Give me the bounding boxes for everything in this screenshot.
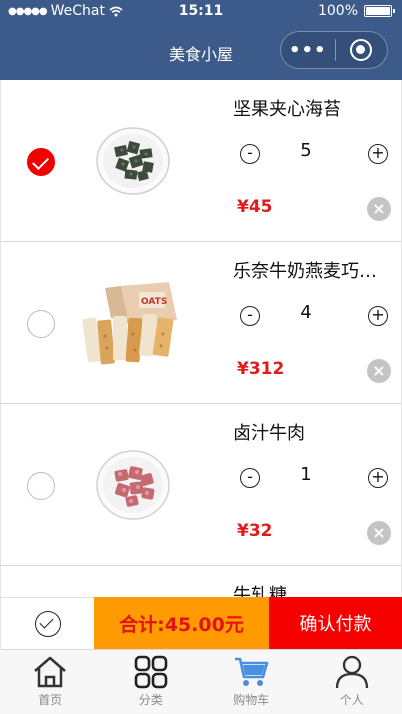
decrease-quantity-button[interactable]: -	[240, 306, 260, 326]
item-name: 牛轧糖	[233, 585, 287, 597]
tab-label: 首页	[38, 693, 63, 707]
remove-item-button[interactable]: ×	[367, 197, 391, 221]
battery-icon	[364, 5, 395, 17]
decrease-quantity-button[interactable]: -	[240, 144, 260, 164]
phone-screen: ●●●●● WeChat 15:11 100% 美食小屋 ••• 坚果夹心海苔 …	[0, 0, 402, 714]
tab-bar: 首页 分类 购物车 个人	[0, 649, 402, 714]
increase-quantity-button[interactable]: +	[368, 306, 388, 326]
total-amount: 合计:45.00元	[94, 597, 269, 649]
quantity-value: 1	[300, 464, 312, 485]
status-bar: ●●●●● WeChat 15:11 100%	[0, 0, 402, 24]
tab-category[interactable]: 分类	[101, 650, 202, 714]
item-name: 卤汁牛肉	[233, 423, 305, 444]
person-icon	[335, 655, 368, 689]
close-miniprogram-button[interactable]	[335, 32, 387, 68]
check-circle-icon	[34, 610, 61, 637]
item-checkbox[interactable]	[27, 472, 55, 500]
tab-label: 购物车	[233, 693, 270, 707]
battery-percent: 100%	[317, 3, 358, 19]
status-right: 100%	[317, 3, 395, 19]
quantity-value: 4	[300, 302, 312, 323]
cart-item: OATS 乐奈牛奶燕麦巧克力 - 4 + ¥312 ×	[0, 242, 402, 404]
tab-cart[interactable]: 购物车	[201, 650, 302, 714]
decrease-quantity-button[interactable]: -	[240, 468, 260, 488]
nav-bar: 美食小屋 •••	[0, 24, 402, 80]
item-price: ¥32	[237, 521, 273, 541]
confirm-payment-button[interactable]: 确认付款	[269, 597, 402, 649]
increase-quantity-button[interactable]: +	[368, 144, 388, 164]
remove-item-button[interactable]: ×	[367, 521, 391, 545]
item-name: 坚果夹心海苔	[233, 99, 341, 120]
item-price: ¥312	[237, 359, 285, 379]
braised-beef-image	[96, 450, 170, 520]
item-checkbox[interactable]	[27, 310, 55, 338]
tab-label: 个人	[339, 693, 364, 707]
cart-item: 卤汁牛肉 - 1 + ¥32 ×	[0, 404, 402, 566]
category-grid-icon	[134, 655, 168, 689]
cart-item: 牛轧糖	[0, 566, 402, 597]
checkout-bar: 合计:45.00元 确认付款	[0, 597, 402, 649]
cart-list[interactable]: 坚果夹心海苔 - 5 + ¥45 × OATS 乐奈牛奶燕麦巧克力 - 4 + …	[0, 80, 402, 597]
target-icon	[350, 39, 373, 61]
home-icon	[34, 656, 67, 688]
item-checkbox-checked[interactable]	[27, 148, 55, 176]
miniprogram-capsule: •••	[280, 31, 388, 69]
tab-label: 分类	[138, 693, 163, 707]
seaweed-snack-image	[96, 127, 170, 195]
increase-quantity-button[interactable]: +	[368, 468, 388, 488]
svg-text:OATS: OATS	[141, 297, 167, 307]
tab-profile[interactable]: 个人	[302, 650, 402, 714]
cart-item: 坚果夹心海苔 - 5 + ¥45 ×	[0, 80, 402, 242]
item-name: 乐奈牛奶燕麦巧克力	[233, 261, 393, 282]
ellipsis-icon[interactable]: •••	[281, 32, 335, 68]
item-price: ¥45	[237, 197, 273, 217]
cart-icon	[235, 657, 269, 686]
quantity-value: 5	[300, 140, 312, 161]
oat-chocolate-box-image: OATS	[82, 282, 177, 365]
select-all-button[interactable]	[0, 597, 94, 649]
tab-home[interactable]: 首页	[0, 650, 101, 714]
remove-item-button[interactable]: ×	[367, 359, 391, 383]
